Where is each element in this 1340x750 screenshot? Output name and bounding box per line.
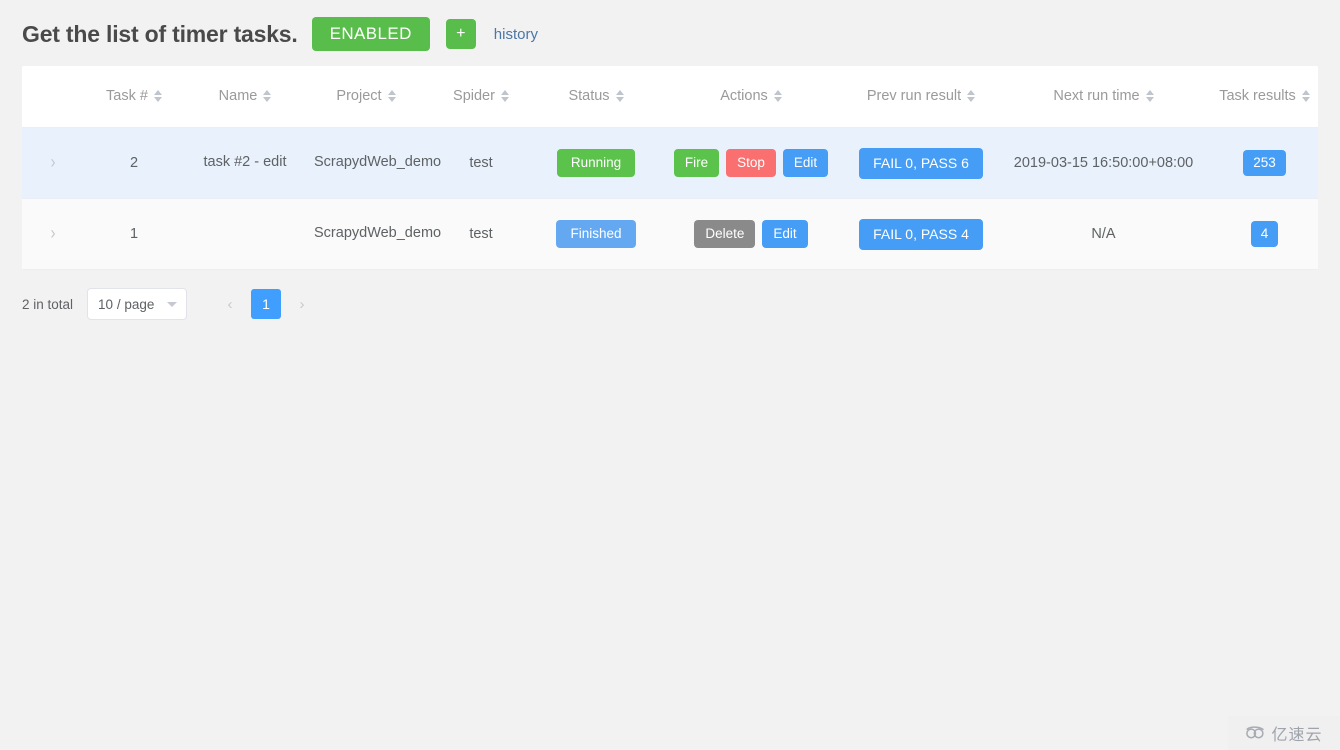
cell-task-results: 253 [1211, 127, 1318, 199]
prev-page-button[interactable]: ‹ [215, 289, 245, 319]
column-header-project[interactable]: Project [306, 66, 426, 128]
column-header-prev-run-result[interactable]: Prev run result [846, 66, 996, 128]
cell-project: ScrapydWeb_demo [306, 127, 441, 199]
prev-run-result-badge[interactable]: FAIL 0, PASS 4 [859, 218, 983, 250]
column-label: Next run time [1053, 88, 1140, 104]
history-link[interactable]: history [494, 26, 538, 43]
table-row[interactable]: › 1 ScrapydWeb_demo test Finished Delete… [22, 198, 1318, 270]
column-header-next-run-time[interactable]: Next run time [996, 66, 1211, 128]
watermark: 亿速云 [1228, 716, 1340, 750]
column-label: Status [568, 88, 610, 104]
cell-status: Finished [536, 198, 656, 270]
cell-spider: test [426, 127, 536, 199]
total-count-label: 2 in total [22, 296, 74, 312]
sort-icon[interactable] [387, 90, 396, 102]
cell-name [184, 198, 306, 270]
prev-run-result-badge[interactable]: FAIL 0, PASS 6 [859, 147, 983, 179]
task-table: Task # Name Project Spider Status Action… [22, 66, 1318, 270]
pager: ‹ 1 › [215, 289, 317, 319]
column-label: Task results [1219, 88, 1296, 104]
cell-actions: Delete Edit [656, 198, 846, 270]
cell-project: ScrapydWeb_demo [306, 198, 441, 270]
enabled-toggle-button[interactable]: ENABLED [311, 17, 430, 51]
pagination: 2 in total 10 / page ‹ 1 › [22, 288, 317, 320]
page-header: Get the list of timer tasks. ENABLED + h… [0, 0, 1340, 52]
sort-icon[interactable] [967, 90, 976, 102]
chevron-down-icon [167, 301, 178, 307]
sort-icon[interactable] [1301, 90, 1310, 102]
expand-cell[interactable]: › [22, 127, 84, 199]
delete-button[interactable]: Delete [694, 219, 756, 249]
cell-name: task #2 - edit [184, 127, 306, 199]
sort-icon[interactable] [1145, 90, 1154, 102]
column-label: Name [218, 88, 258, 104]
column-label: Spider [453, 88, 495, 104]
expand-cell[interactable]: › [22, 198, 84, 270]
chevron-right-icon[interactable]: › [51, 224, 56, 243]
edit-button[interactable]: Edit [762, 219, 808, 249]
cell-prev-run-result: FAIL 0, PASS 6 [846, 127, 996, 199]
task-results-badge[interactable]: 4 [1250, 220, 1279, 248]
cloud-icon [1245, 726, 1267, 740]
column-header-status[interactable]: Status [536, 66, 656, 128]
page-root: Get the list of timer tasks. ENABLED + h… [0, 0, 1340, 750]
fire-button[interactable]: Fire [673, 148, 720, 178]
cell-spider: test [426, 198, 536, 270]
task-table-body: › 2 task #2 - edit ScrapydWeb_demo test … [22, 127, 1318, 270]
page-size-value: 10 / page [98, 296, 155, 312]
page-title: Get the list of timer tasks. [22, 20, 298, 47]
cell-task-no: 1 [84, 198, 184, 270]
column-header-name[interactable]: Name [184, 66, 306, 128]
table-row[interactable]: › 2 task #2 - edit ScrapydWeb_demo test … [22, 127, 1318, 199]
sort-icon[interactable] [615, 90, 624, 102]
column-label: Task # [106, 88, 148, 104]
chevron-right-icon[interactable]: › [51, 153, 56, 172]
status-badge: Finished [556, 219, 636, 249]
column-header-task-results[interactable]: Task results [1211, 66, 1318, 128]
column-label: Prev run result [866, 88, 962, 104]
cell-prev-run-result: FAIL 0, PASS 4 [846, 198, 996, 270]
cell-actions: Fire Stop Edit [656, 127, 846, 199]
cell-task-no: 2 [84, 127, 184, 199]
column-label: Project [336, 88, 382, 104]
column-header-task-no[interactable]: Task # [84, 66, 184, 128]
page-size-select[interactable]: 10 / page [87, 288, 188, 320]
cell-next-run-time: 2019-03-15 16:50:00+08:00 [996, 127, 1211, 199]
task-table-head: Task # Name Project Spider Status Action… [22, 66, 1318, 128]
cell-task-results: 4 [1211, 198, 1318, 270]
next-page-button[interactable]: › [287, 289, 317, 319]
edit-button[interactable]: Edit [782, 148, 829, 178]
add-task-button[interactable]: + [445, 19, 476, 49]
status-badge: Running [556, 148, 636, 178]
sort-icon[interactable] [500, 90, 509, 102]
watermark-text: 亿速云 [1271, 727, 1323, 744]
sort-icon[interactable] [153, 90, 162, 102]
column-header-actions[interactable]: Actions [656, 66, 846, 128]
stop-button[interactable]: Stop [726, 148, 776, 178]
table-header-row: Task # Name Project Spider Status Action… [22, 66, 1318, 128]
column-header-expand [22, 66, 84, 128]
task-table-card: Task # Name Project Spider Status Action… [22, 66, 1318, 270]
sort-icon[interactable] [773, 90, 782, 102]
page-number-button-1[interactable]: 1 [251, 289, 282, 319]
cell-next-run-time: N/A [996, 198, 1211, 270]
sort-icon[interactable] [263, 90, 272, 102]
column-header-spider[interactable]: Spider [426, 66, 536, 128]
column-label: Actions [720, 88, 768, 104]
task-results-badge[interactable]: 253 [1243, 149, 1286, 177]
cell-status: Running [536, 127, 656, 199]
